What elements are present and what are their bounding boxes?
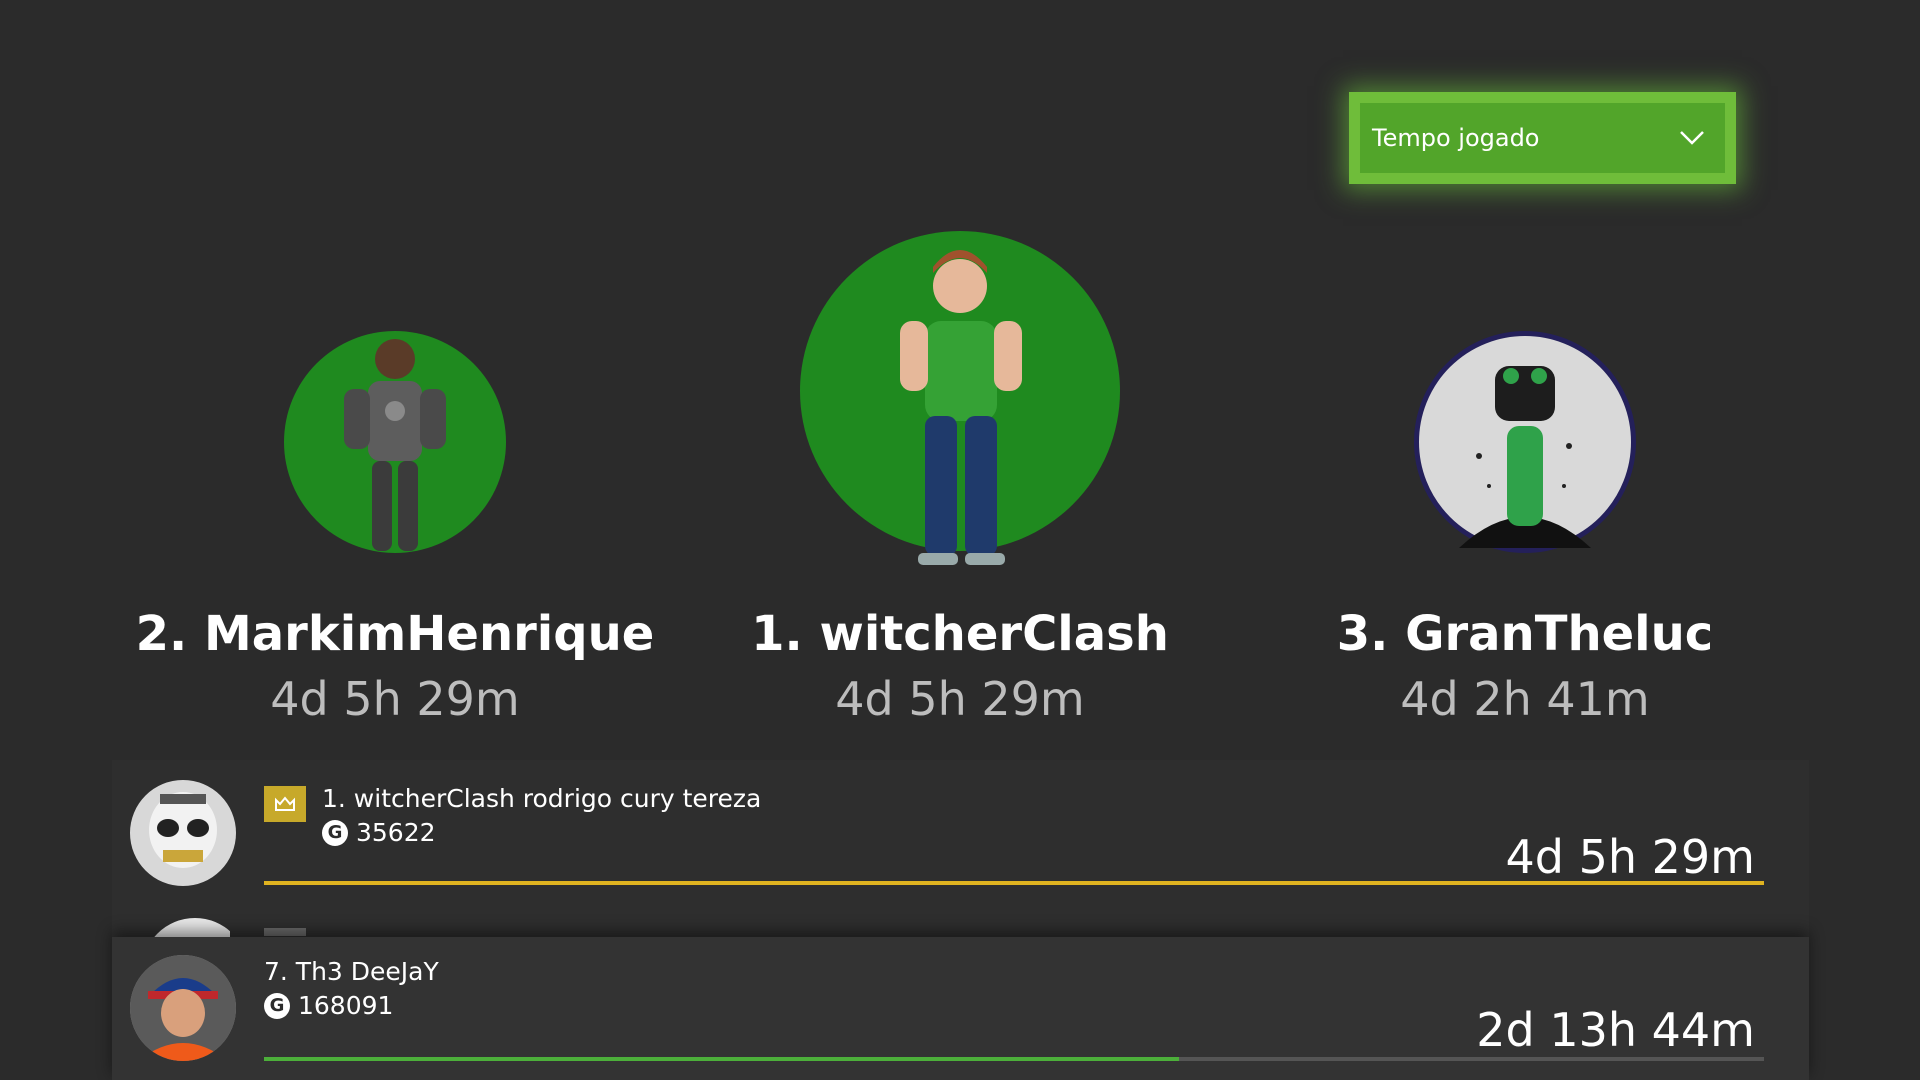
podium-second-time: 4d 5h 29m [270,672,520,726]
skull-avatar-icon [149,792,217,868]
row-time: 4d 5h 29m [1505,830,1755,884]
podium-third-avatar [1414,331,1636,553]
podium-second-avatar [284,331,506,553]
podium-third-name: 3. GranTheluc [1336,606,1714,662]
podium-first-name: 1. witcherClash [751,606,1169,662]
podium-third-time: 4d 2h 41m [1400,672,1650,726]
leaderboard-row[interactable]: 1. witcherClash rodrigo cury tereza G 35… [112,760,1809,938]
avatar-figure-icon [344,339,446,551]
avatar [130,780,236,886]
list-item-partial [130,918,230,938]
progress-fill [264,1057,1179,1061]
gamerscore-value: 168091 [298,991,394,1020]
gamerscore-icon: G [322,819,348,846]
sort-dropdown-label: Tempo jogado [1372,124,1540,152]
progress-bar [264,1057,1764,1061]
row-gamerscore: G 168091 [264,991,393,1020]
user-photo-icon [130,955,236,1061]
crown-icon-partial [264,928,306,936]
avatar [130,955,236,1061]
gamerscore-icon: G [264,992,290,1019]
progress-bar [264,881,1764,885]
podium-first-time: 4d 5h 29m [835,672,1085,726]
row-gamerscore: G 35622 [322,818,436,847]
current-user-row[interactable]: 7. Th3 DeeJaY G 168091 2d 13h 44m [112,937,1809,1080]
gamerscore-value: 35622 [356,818,436,847]
avatar-figure-icon [900,250,1022,565]
zombie-hand-icon [1459,366,1591,548]
row-name: 7. Th3 DeeJaY [264,957,439,986]
podium-second-name: 2. MarkimHenrique [135,606,655,662]
podium-first-avatar [800,231,1120,565]
sort-dropdown[interactable]: Tempo jogado [1349,92,1736,184]
progress-fill [264,881,1764,885]
chevron-down-icon [1680,131,1704,145]
row-time: 2d 13h 44m [1476,1003,1755,1057]
row-name: 1. witcherClash rodrigo cury tereza [322,784,762,813]
crown-icon [264,786,306,822]
